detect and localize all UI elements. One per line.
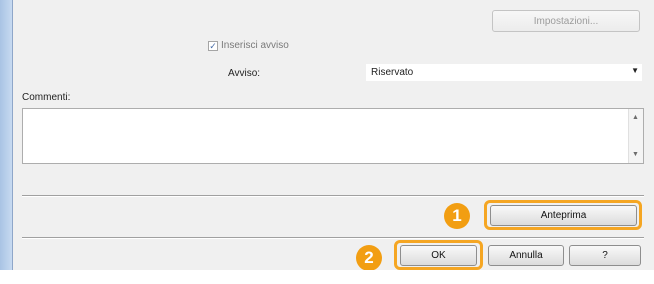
comments-label: Commenti: — [22, 92, 71, 103]
page-bottom-margin — [0, 270, 654, 284]
insert-notice-label: Inserisci avviso — [221, 40, 289, 51]
callout-badge-1: 1 — [444, 203, 470, 229]
separator-top — [22, 195, 644, 197]
chevron-down-icon: ▼ — [631, 66, 639, 75]
notice-select[interactable]: Riservato ▼ — [366, 64, 642, 81]
cancel-button[interactable]: Annulla — [488, 245, 564, 266]
notice-label: Avviso: — [228, 68, 261, 79]
comments-scrollbar[interactable]: ▲ ▼ — [628, 109, 643, 163]
settings-button[interactable]: Impostazioni... — [492, 10, 640, 32]
window-left-frame — [0, 0, 13, 270]
notice-select-value: Riservato — [371, 67, 414, 78]
checkmark-icon: ✓ — [209, 41, 217, 51]
callout-badge-2: 2 — [356, 245, 382, 271]
ok-button[interactable]: OK — [400, 245, 477, 266]
preview-button[interactable]: Anteprima — [490, 205, 637, 226]
insert-notice-checkbox[interactable]: ✓ — [208, 41, 218, 51]
scroll-down-icon[interactable]: ▼ — [632, 151, 639, 158]
scroll-up-icon[interactable]: ▲ — [632, 114, 639, 121]
separator-bottom — [22, 237, 644, 239]
print-settings-dialog: Impostazioni... ✓ Inserisci avviso Avvis… — [0, 0, 654, 284]
comments-textarea[interactable]: ▲ ▼ — [22, 108, 644, 164]
help-button[interactable]: ? — [569, 245, 641, 266]
